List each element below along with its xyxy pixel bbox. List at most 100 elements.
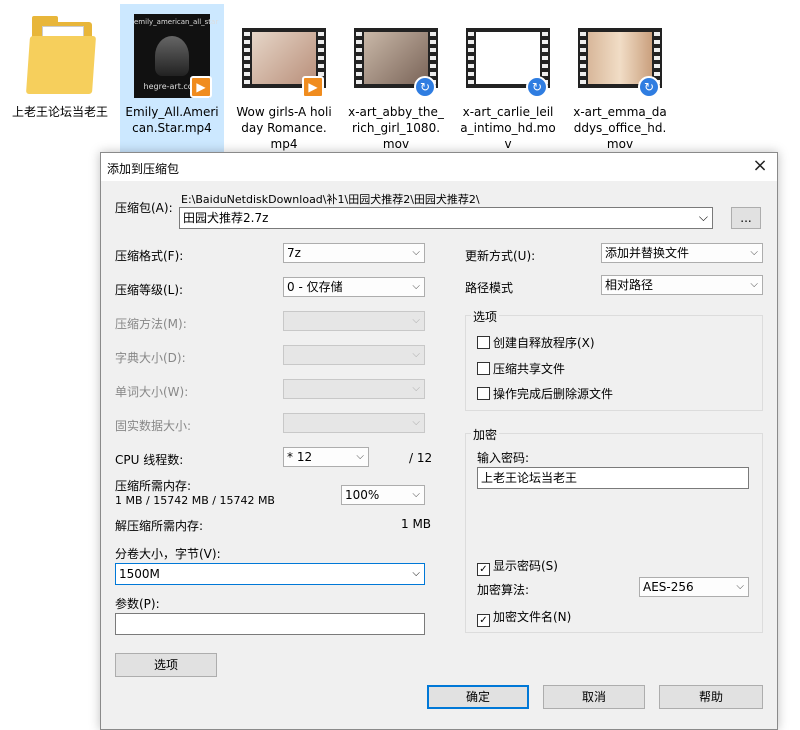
file-item-emily[interactable]: emily_american_all_star hegre-art.com ▶ … — [120, 4, 224, 152]
checkbox-box — [477, 387, 490, 400]
options-group-title: 选项 — [471, 308, 500, 325]
path-select[interactable]: 相对路径 ⌵ — [601, 275, 763, 295]
quicktime-icon: ↻ — [526, 76, 548, 98]
title-bar: 添加到压缩包 × — [101, 153, 777, 181]
video-thumbnail: ↻ — [466, 10, 550, 100]
show-password-label: 显示密码(S) — [493, 559, 558, 573]
file-name: Wow girls-A holiday Romance.mp4 — [236, 105, 332, 151]
method-select[interactable]: ⌵ — [283, 311, 425, 331]
video-thumbnail: ↻ — [578, 10, 662, 100]
quicktime-icon: ↻ — [638, 76, 660, 98]
video-thumbnail: ↻ — [354, 10, 438, 100]
update-label: 更新方式(U): — [465, 249, 536, 263]
file-item-wowgirls[interactable]: ▶ Wow girls-A holiday Romance.mp4 — [232, 4, 336, 152]
split-size-combo[interactable]: 1500M ⌵ — [115, 563, 425, 585]
chevron-down-icon: ⌵ — [412, 349, 420, 360]
cpu-value: * 12 — [287, 450, 313, 464]
video-thumbnail: emily_american_all_star hegre-art.com ▶ — [130, 10, 219, 100]
dict-select[interactable]: ⌵ — [283, 345, 425, 365]
chevron-down-icon: ⌵ — [736, 581, 744, 592]
path-label: 路径模式 — [465, 281, 514, 295]
play-icon: ▶ — [190, 76, 212, 98]
archive-name-combo[interactable]: 田园犬推荐2.7z ⌵ — [179, 207, 713, 229]
format-select[interactable]: 7z ⌵ — [283, 243, 425, 263]
encrypt-names-label: 加密文件名(N) — [493, 610, 572, 624]
mem-decomp-label: 解压缩所需内存: — [115, 519, 204, 533]
chevron-down-icon: ⌵ — [356, 451, 364, 462]
update-value: 添加并替换文件 — [605, 246, 690, 260]
archive-label: 压缩包(A): — [115, 201, 173, 215]
play-icon: ▶ — [302, 76, 324, 98]
mem-decomp-value: 1 MB — [401, 517, 432, 531]
quicktime-icon: ↻ — [414, 76, 436, 98]
help-button[interactable]: 帮助 — [659, 685, 763, 709]
shared-checkbox[interactable]: 压缩共享文件 — [477, 360, 565, 377]
format-label: 压缩格式(F): — [115, 249, 184, 263]
mem-comp-label: 压缩所需内存: — [115, 479, 192, 493]
mem-comp-value: 1 MB / 15742 MB / 15742 MB — [115, 494, 275, 507]
file-name: x-art_carlie_leila_intimo_hd.mov — [460, 105, 556, 151]
params-input[interactable] — [115, 613, 425, 635]
path-value: 相对路径 — [605, 278, 654, 292]
file-name: x-art_emma_daddys_office_hd.mov — [573, 105, 667, 151]
format-value: 7z — [287, 246, 301, 260]
chevron-down-icon: ⌵ — [412, 281, 420, 292]
cpu-total: / 12 — [409, 451, 433, 465]
dict-label: 字典大小(D): — [115, 351, 186, 365]
method-label: 压缩方法(M): — [115, 317, 187, 331]
solid-label: 固实数据大小: — [115, 419, 192, 433]
sfx-label: 创建自释放程序(X) — [493, 336, 595, 350]
level-select[interactable]: 0 - 仅存储 ⌵ — [283, 277, 425, 297]
enc-method-select[interactable]: AES-256 ⌵ — [639, 577, 749, 597]
chevron-down-icon: ⌵ — [750, 247, 758, 258]
split-value: 1500M — [119, 567, 160, 581]
encrypt-names-checkbox[interactable]: ✓ 加密文件名(N) — [477, 608, 571, 627]
chevron-down-icon: ⌵ — [412, 417, 420, 428]
checkbox-box — [477, 336, 490, 349]
chevron-down-icon: ⌵ — [750, 279, 758, 290]
cancel-button[interactable]: 取消 — [543, 685, 645, 709]
video-thumbnail: ▶ — [242, 10, 326, 100]
mem-percent-value: 100% — [345, 488, 380, 502]
cpu-label: CPU 线程数: — [115, 453, 184, 467]
cpu-select[interactable]: * 12 ⌵ — [283, 447, 369, 467]
file-item-emma[interactable]: ↻ x-art_emma_daddys_office_hd.mov — [568, 4, 672, 152]
show-password-checkbox[interactable]: ✓ 显示密码(S) — [477, 557, 558, 576]
solid-select[interactable]: ⌵ — [283, 413, 425, 433]
close-icon[interactable]: × — [749, 155, 771, 177]
word-label: 单词大小(W): — [115, 385, 189, 399]
sfx-checkbox[interactable]: 创建自释放程序(X) — [477, 334, 595, 351]
chevron-down-icon: ⌵ — [412, 247, 420, 258]
word-select[interactable]: ⌵ — [283, 379, 425, 399]
file-item-carlie[interactable]: ↻ x-art_carlie_leila_intimo_hd.mov — [456, 4, 560, 152]
browse-button[interactable]: ... — [731, 207, 761, 229]
chevron-down-icon: ⌵ — [698, 210, 708, 224]
folder-icon — [18, 10, 102, 100]
password-input[interactable]: 上老王论坛当老王 — [477, 467, 749, 489]
password-label: 输入密码: — [477, 451, 530, 465]
file-item-abby[interactable]: ↻ x-art_abby_the_rich_girl_1080.mov — [344, 4, 448, 152]
add-to-archive-dialog: 添加到压缩包 × 压缩包(A): E:\BaiduNetdiskDownload… — [100, 152, 778, 730]
enc-method-label: 加密算法: — [477, 583, 530, 597]
shared-label: 压缩共享文件 — [493, 362, 566, 376]
chevron-down-icon: ⌵ — [412, 383, 420, 394]
checkbox-box — [477, 362, 490, 375]
file-name: 上老王论坛当老王 — [12, 105, 109, 119]
archive-name-value: 田园犬推荐2.7z — [183, 211, 269, 225]
options-button[interactable]: 选项 — [115, 653, 217, 677]
check-icon: ✓ — [477, 614, 490, 627]
params-label: 参数(P): — [115, 597, 160, 611]
update-select[interactable]: 添加并替换文件 ⌵ — [601, 243, 763, 263]
encrypt-group-title: 加密 — [471, 426, 500, 443]
chevron-down-icon: ⌵ — [412, 568, 420, 579]
check-icon: ✓ — [477, 563, 490, 576]
thumb-caption: emily_american_all_star — [134, 18, 219, 26]
dialog-title: 添加到压缩包 — [107, 162, 180, 176]
delete-source-checkbox[interactable]: 操作完成后删除源文件 — [477, 385, 613, 402]
split-label: 分卷大小，字节(V): — [115, 547, 221, 561]
mem-percent-select[interactable]: 100% ⌵ — [341, 485, 425, 505]
delete-label: 操作完成后删除源文件 — [493, 387, 614, 401]
file-name: x-art_abby_the_rich_girl_1080.mov — [348, 105, 444, 151]
ok-button[interactable]: 确定 — [427, 685, 529, 709]
file-item-folder[interactable]: 上老王论坛当老王 — [8, 4, 112, 152]
